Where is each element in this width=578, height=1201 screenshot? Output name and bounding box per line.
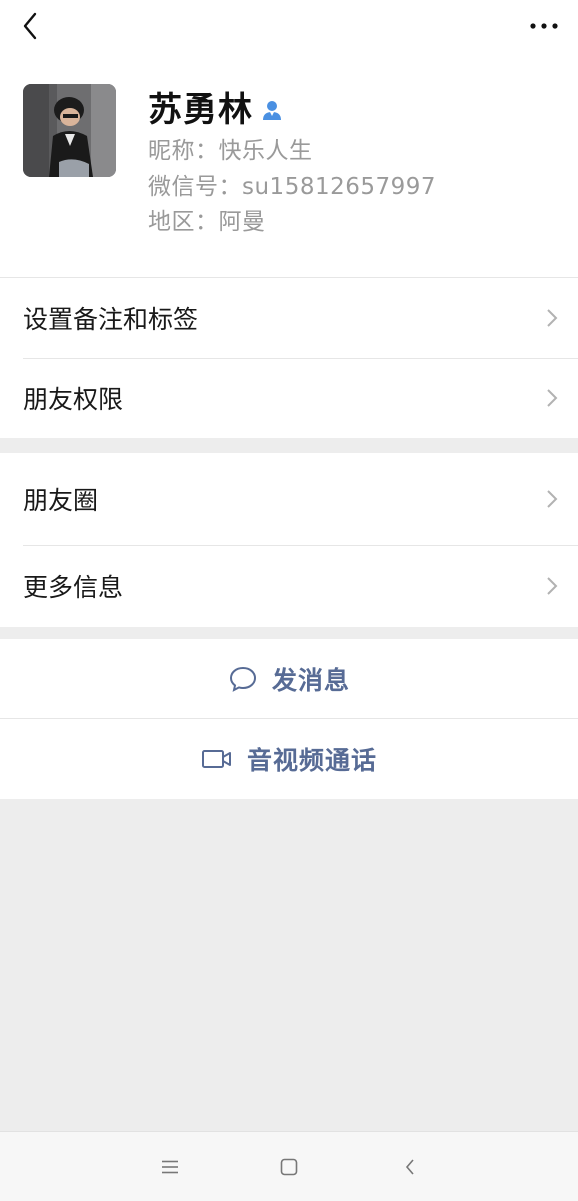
chevron-right-icon: [547, 577, 558, 595]
home-nav-button[interactable]: [274, 1152, 304, 1182]
home-square-icon: [280, 1158, 298, 1176]
settings-group: 设置备注和标签 朋友权限: [0, 278, 578, 438]
chevron-right-icon: [547, 309, 558, 327]
set-remark-tags-label: 设置备注和标签: [23, 305, 199, 334]
set-remark-tags-item[interactable]: 设置备注和标签: [0, 278, 578, 358]
video-call-button[interactable]: 音视频通话: [0, 719, 578, 799]
region-text: 地区：阿曼: [148, 209, 266, 235]
system-nav-bar: [0, 1131, 578, 1201]
chevron-right-icon: [547, 389, 558, 407]
menu-nav-button[interactable]: [155, 1152, 185, 1182]
wechat-id-text: 微信号：su15812657997: [148, 174, 437, 200]
more-button[interactable]: [524, 10, 564, 42]
back-arrow-icon: [405, 1159, 414, 1175]
moments-item[interactable]: 朋友圈: [0, 453, 578, 545]
more-info-item[interactable]: 更多信息: [0, 545, 578, 627]
video-call-label: 音视频通话: [246, 746, 377, 775]
avatar[interactable]: [23, 84, 116, 177]
friend-permissions-item[interactable]: 朋友权限: [0, 358, 578, 438]
nickname-text: 昵称：快乐人生: [148, 138, 313, 164]
send-message-label: 发消息: [271, 666, 350, 695]
moments-label: 朋友圈: [23, 486, 99, 515]
chevron-right-icon: [547, 490, 558, 508]
person-male-icon: [263, 100, 281, 120]
chat-bubble-icon: [229, 666, 256, 692]
back-button[interactable]: [12, 8, 48, 44]
chevron-left-icon: [23, 12, 37, 40]
menu-lines-icon: [162, 1160, 178, 1174]
moments-group: 朋友圈 更多信息: [0, 453, 578, 627]
video-camera-icon: [201, 750, 231, 768]
profile-header: 苏勇林 昵称：快乐人生 微信号：su15812657997 地区：阿曼: [0, 0, 578, 278]
profile-name: 苏勇林: [148, 90, 253, 130]
send-message-button[interactable]: 发消息: [0, 639, 578, 719]
back-nav-button[interactable]: [395, 1152, 425, 1182]
more-info-label: 更多信息: [23, 573, 124, 602]
friend-permissions-label: 朋友权限: [23, 385, 124, 414]
more-dots-icon: [530, 23, 558, 29]
